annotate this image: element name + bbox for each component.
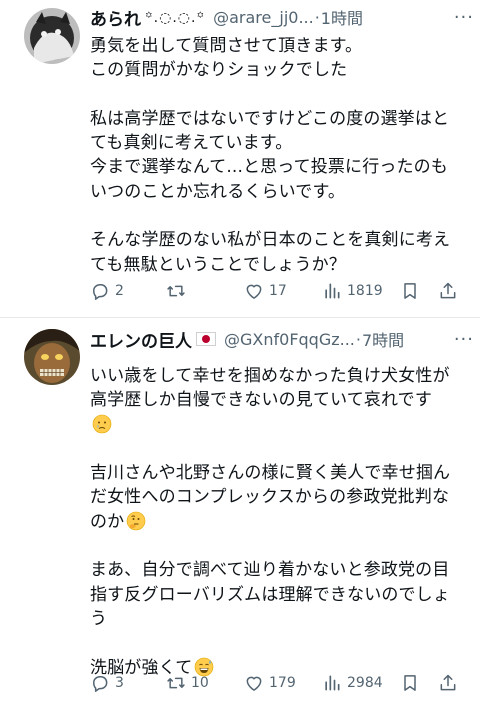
text-line: だ女性へのコンプレックスからの参政党批判な: [90, 487, 450, 508]
titan-avatar-image: [24, 329, 80, 385]
bookmark-button[interactable]: [400, 281, 420, 301]
views-icon: [325, 283, 340, 299]
action-bar: 2 17 1819: [90, 280, 464, 302]
post-text: 勇気を出して質問させて頂きます。 この質問がかなりショックでした 私は高学歴では…: [90, 34, 470, 277]
text-line: 今まで選挙なんて...と思って投票に行ったのも: [90, 157, 448, 178]
name-decoration: ꙳.◌.◌.꙳: [145, 9, 206, 26]
post-header: あられ ꙳.◌.◌.꙳ @arare_jj0... · 1時間 ···: [90, 5, 474, 30]
more-options-icon[interactable]: ···: [448, 329, 474, 350]
view-count: 1819: [347, 283, 383, 299]
crying-face-emoji: [92, 414, 112, 434]
share-icon: [440, 282, 456, 299]
view-count: 2984: [347, 675, 383, 691]
text-line: う: [90, 608, 108, 629]
reply-icon: [93, 676, 108, 692]
post-time[interactable]: 7時間: [362, 327, 404, 351]
repost-icon: [167, 285, 185, 297]
text-line: そんな学歴のない私が日本のことを真剣に考え: [90, 230, 451, 251]
text-line: いつのことか忘れるくらいです。: [90, 181, 346, 202]
text-line: 指す反グローバリズムは理解できないのでしょ: [90, 584, 450, 605]
reply-button[interactable]: 2: [90, 281, 124, 301]
post-time[interactable]: 1時間: [321, 5, 363, 29]
share-button[interactable]: [438, 673, 458, 693]
views-button[interactable]: 2984: [322, 673, 383, 693]
cat-avatar-image: [24, 8, 80, 64]
emoji-line: [90, 413, 470, 437]
japan-flag-icon: [196, 332, 216, 346]
text-line: 高学歴しか自慢できないの見ていて哀れです: [90, 390, 432, 411]
post-header: エレンの巨人 @GXnf0FqqGz... · 7時間 ···: [90, 327, 474, 352]
repost-icon: [167, 677, 185, 689]
bookmark-icon: [404, 283, 416, 299]
like-count: 179: [269, 675, 296, 691]
text-line: 勇気を出して質問させて頂きます。: [90, 36, 363, 56]
avatar-arare[interactable]: [24, 8, 80, 64]
dot-separator: ·: [355, 329, 361, 349]
post-text: いい歳をして幸せを掴めなかった負け犬女性が 高学歴しか自慢できないの見ていて哀れ…: [90, 364, 470, 680]
bookmark-button[interactable]: [400, 673, 420, 693]
reply-count: 2: [115, 283, 124, 299]
repost-count: 10: [191, 675, 209, 691]
repost-button[interactable]: 10: [166, 673, 209, 693]
post-1[interactable]: あられ ꙳.◌.◌.꙳ @arare_jj0... · 1時間 ··· 勇気を出…: [0, 0, 480, 317]
repost-button[interactable]: [166, 281, 191, 301]
display-name[interactable]: エレンの巨人: [90, 327, 192, 352]
views-icon: [325, 675, 340, 691]
views-button[interactable]: 1819: [322, 281, 383, 301]
dot-separator: ·: [314, 7, 320, 27]
action-bar: 3 10 179 2984: [90, 672, 464, 694]
display-name[interactable]: あられ: [90, 5, 141, 30]
text-line: のか: [90, 510, 470, 534]
like-button[interactable]: 17: [244, 281, 287, 301]
reply-button[interactable]: 3: [90, 673, 124, 693]
thinking-face-emoji: [126, 511, 146, 531]
share-button[interactable]: [438, 281, 458, 301]
user-handle[interactable]: @arare_jj0...: [213, 8, 314, 27]
text-fragment: のか: [90, 511, 125, 532]
text-line: まあ、自分で調べて辿り着かないと参政党の目: [90, 560, 450, 581]
post-2[interactable]: エレンの巨人 @GXnf0FqqGz... · 7時間 ··· いい歳をして幸せ…: [0, 317, 480, 703]
user-handle[interactable]: @GXnf0FqqGz...: [224, 330, 355, 349]
text-line: 私は高学歴ではないですけどこの度の選挙はと: [90, 108, 450, 129]
like-icon: [246, 676, 262, 691]
share-icon: [440, 674, 456, 691]
reply-count: 3: [115, 675, 124, 691]
like-icon: [246, 284, 262, 299]
text-line: ても真剣に考えています。: [90, 133, 293, 154]
text-line: 吉川さんや北野さんの様に賢く美人で幸せ掴ん: [90, 463, 451, 484]
like-button[interactable]: 179: [244, 673, 296, 693]
reply-icon: [93, 284, 108, 300]
text-line: ても無駄ということでしょうか？: [90, 254, 346, 275]
more-options-icon[interactable]: ···: [448, 7, 474, 28]
like-count: 17: [269, 283, 287, 299]
bookmark-icon: [404, 675, 416, 691]
text-line: いい歳をして幸せを掴めなかった負け犬女性が: [90, 366, 450, 386]
avatar-eren[interactable]: [24, 329, 80, 385]
text-line: この質問がかなりショックでした: [90, 60, 348, 81]
